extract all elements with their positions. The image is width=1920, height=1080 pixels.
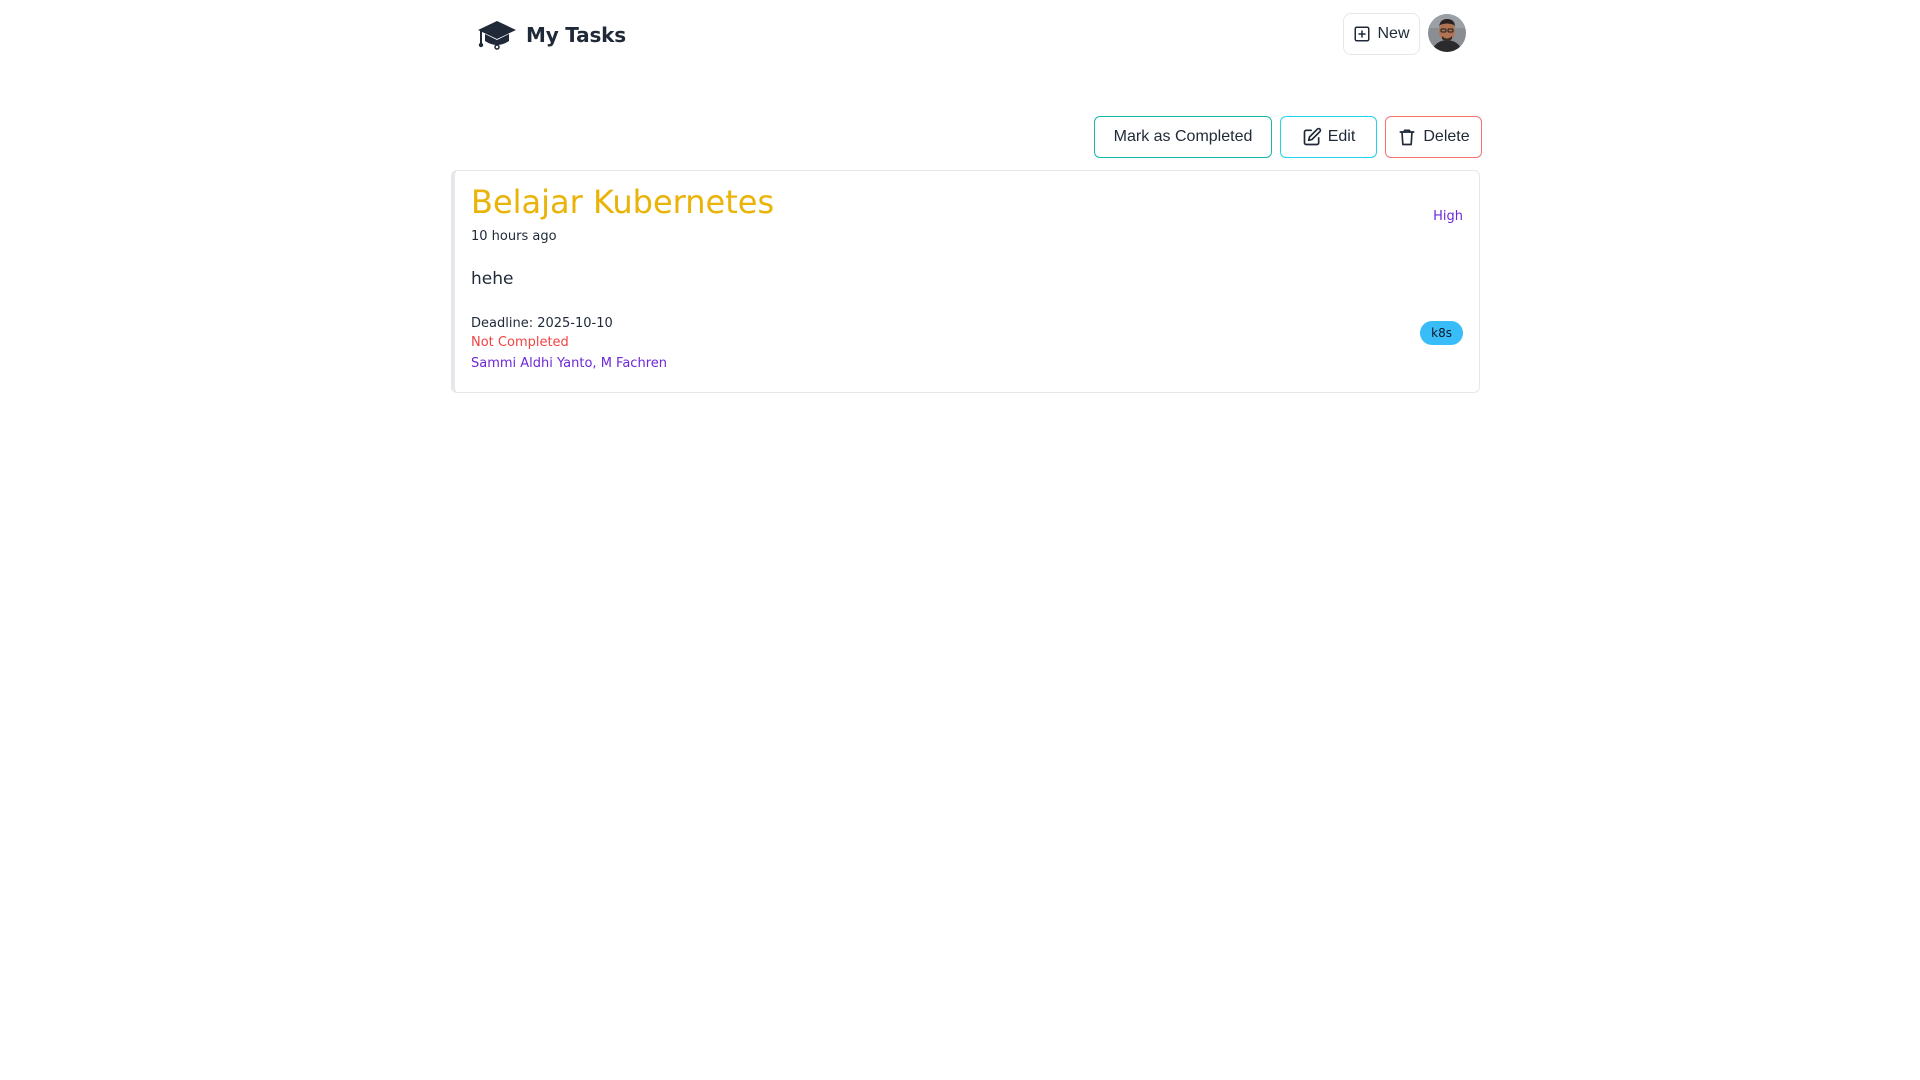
brand-link[interactable]: My Tasks: [476, 18, 626, 52]
trash-icon: [1399, 129, 1415, 146]
task-assignees: Sammi Aldhi Yanto, M Fachren: [471, 356, 667, 371]
edit-button[interactable]: Edit: [1280, 116, 1377, 158]
delete-label: Delete: [1423, 128, 1470, 145]
delete-button[interactable]: Delete: [1385, 116, 1482, 158]
edit-icon: [1303, 127, 1321, 146]
avatar-image: [1428, 14, 1466, 52]
user-avatar[interactable]: [1428, 14, 1466, 52]
graduation-cap-icon: [478, 21, 516, 50]
task-actions: Mark as Completed Edit Delete: [1094, 116, 1482, 158]
task-card: Belajar Kubernetes 10 hours ago High heh…: [451, 170, 1480, 393]
mark-completed-button[interactable]: Mark as Completed: [1094, 116, 1272, 158]
plus-square-icon: [1354, 26, 1370, 42]
task-time-ago: 10 hours ago: [471, 229, 557, 244]
new-task-button[interactable]: New: [1343, 13, 1420, 55]
task-title: Belajar Kubernetes: [471, 183, 775, 221]
task-status: Not Completed: [471, 335, 569, 350]
mark-completed-label: Mark as Completed: [1113, 128, 1253, 145]
tag-badge: k8s: [1420, 321, 1463, 345]
task-description: hehe: [471, 269, 514, 289]
edit-label: Edit: [1327, 128, 1356, 145]
priority-label: High: [1433, 209, 1463, 224]
top-navbar: My Tasks New: [0, 0, 1920, 70]
new-button-label: New: [1377, 25, 1410, 42]
app-title: My Tasks: [526, 23, 626, 47]
task-deadline: Deadline: 2025-10-10: [471, 316, 613, 331]
